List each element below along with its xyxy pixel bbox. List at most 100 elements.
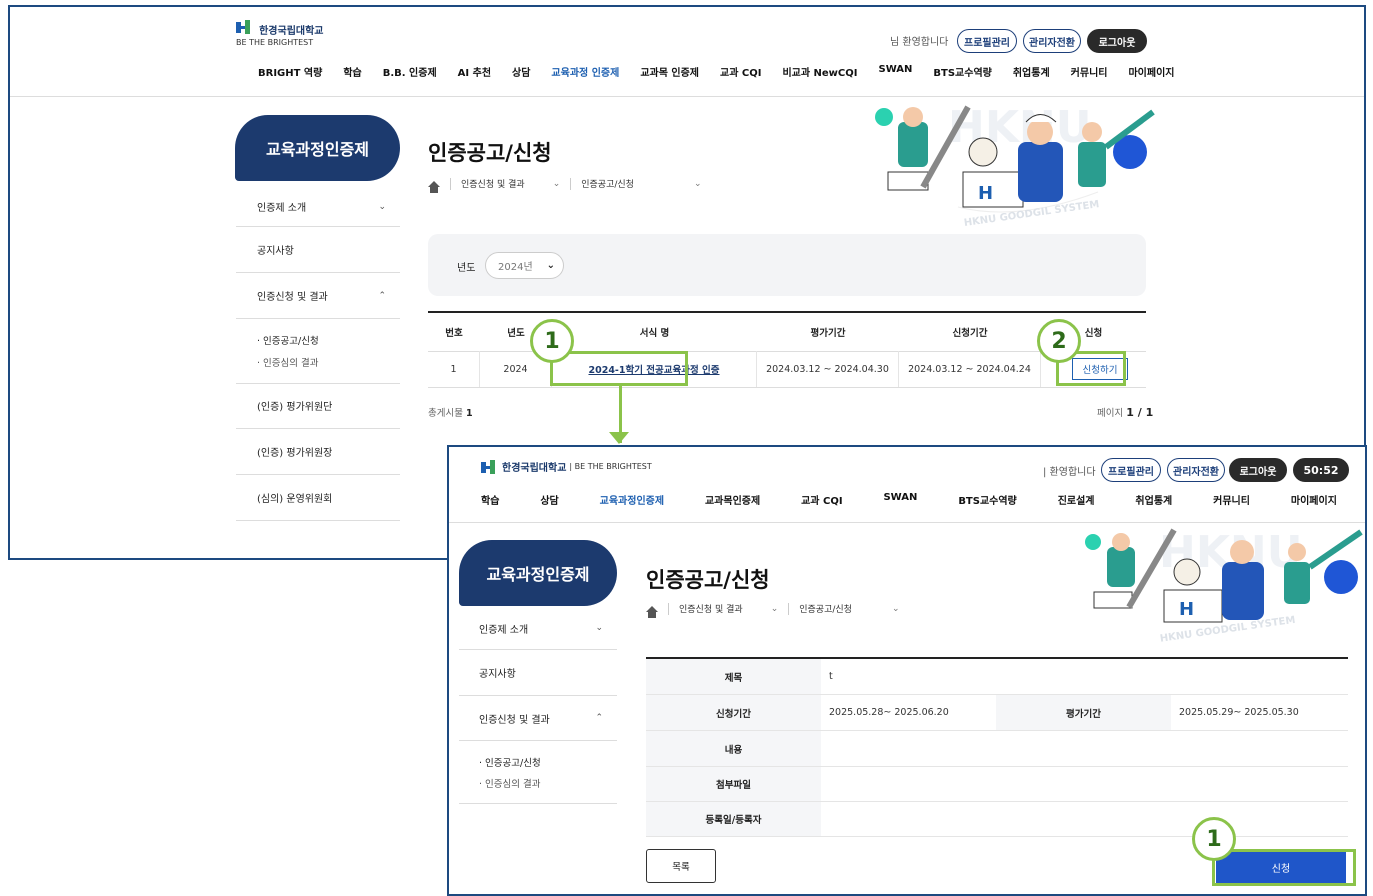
sidebar-item-apply-result[interactable]: 인증신청 및 결과 ⌃ xyxy=(459,696,617,741)
chevron-up-icon: ⌃ xyxy=(378,290,386,301)
callout-2: 2 xyxy=(1037,319,1081,363)
year-label: 년도 xyxy=(457,263,476,274)
chevron-down-icon[interactable]: ⌄ xyxy=(553,179,561,189)
nav-item[interactable]: 교과 CQI xyxy=(720,64,761,79)
nav-item[interactable]: 교과목 인증제 xyxy=(640,64,699,79)
nav-item[interactable]: BRIGHT 역량 xyxy=(258,64,322,79)
title-value: t xyxy=(829,671,833,682)
profile-button[interactable]: 프로필관리 xyxy=(1101,458,1161,482)
nav-item[interactable]: B.B. 인증제 xyxy=(383,64,437,79)
logo[interactable]: 한경국립대학교 BE THE BRIGHTEST xyxy=(236,19,324,47)
nav-item[interactable]: 교육과정 인증제 xyxy=(551,64,619,79)
sidebar-item-intro[interactable]: 인증제 소개 ⌄ xyxy=(236,187,400,227)
nav-item[interactable]: 비교과 NewCQI xyxy=(782,64,857,79)
detail-form: 제목 t 신청기간 2025.05.28~ 2025.06.20 평가기간 20… xyxy=(646,659,1348,837)
sidebar-sub-notice-apply[interactable]: · 인증공고/신청 xyxy=(257,333,319,347)
admin-switch-button[interactable]: 관리자전환 xyxy=(1167,458,1225,482)
chevron-down-icon: ⌄ xyxy=(595,623,603,633)
sidebar-sub-review-result[interactable]: · 인증심의 결과 xyxy=(479,776,541,790)
nav-item[interactable]: 교과 CQI xyxy=(801,492,842,507)
callout-1: 1 xyxy=(530,319,574,363)
highlight-box-form-link xyxy=(550,351,688,386)
hero-illustration: HKNU HKNU GOODGIL SYSTEM H xyxy=(875,102,1155,227)
profile-button[interactable]: 프로필관리 xyxy=(957,29,1017,53)
logo-slogan: BE THE BRIGHTEST xyxy=(236,38,314,47)
sidebar-item-notice[interactable]: 공지사항 xyxy=(236,227,400,273)
nav-item[interactable]: 학습 xyxy=(481,492,499,507)
nav-item[interactable]: SWAN xyxy=(879,64,913,79)
logo-icon xyxy=(481,459,499,474)
welcome-text: | 환영합니다 xyxy=(1043,467,1096,478)
sidebar-item-committee[interactable]: (인증) 평가위원단 xyxy=(236,383,400,429)
nav-item[interactable]: 커뮤니티 xyxy=(1071,64,1108,79)
chevron-down-icon[interactable]: ⌄ xyxy=(771,604,779,614)
page-indicator: 페이지 1 / 1 xyxy=(1097,406,1154,419)
col-header-no: 번호 xyxy=(445,328,463,339)
chevron-down-icon: ⌄ xyxy=(378,201,386,212)
col-header-form: 서식 명 xyxy=(639,328,670,339)
col-header-eval: 평가기간 xyxy=(810,328,846,339)
chevron-up-icon: ⌃ xyxy=(595,713,603,723)
chevron-down-icon[interactable]: ⌄ xyxy=(892,604,900,614)
breadcrumb-level2[interactable]: 인증공고/신청 xyxy=(799,602,852,615)
main-nav: BRIGHT 역량 학습 B.B. 인증제 AI 추천 상담 교육과정 인증제 교과목 인증… xyxy=(258,64,1195,79)
breadcrumb: 인증신청 및 결과 ⌄ 인증공고/신청 ⌄ xyxy=(646,602,900,618)
admin-switch-button[interactable]: 관리자전환 xyxy=(1023,29,1081,53)
sidebar-item-steering[interactable]: (심의) 운영위원회 xyxy=(236,475,400,521)
nav-item[interactable]: BTS교수역량 xyxy=(958,492,1016,507)
sidebar-sub-notice-apply[interactable]: · 인증공고/신청 xyxy=(479,755,541,769)
col-header-apply-period: 신청기간 xyxy=(952,328,988,339)
chevron-down-icon: ⌄ xyxy=(546,260,556,271)
logout-button[interactable]: 로그아웃 xyxy=(1229,458,1287,482)
nav-item[interactable]: 상담 xyxy=(540,492,558,507)
hero-illustration: HKNU HKNU GOODGIL SYSTEM H xyxy=(1085,527,1363,642)
breadcrumb-level1[interactable]: 인증신청 및 결과 xyxy=(461,177,525,190)
nav-item[interactable]: 커뮤니티 xyxy=(1213,492,1250,507)
home-icon[interactable] xyxy=(428,180,440,193)
apply-period-value: 2025.05.28~ 2025.06.20 xyxy=(829,707,949,718)
svg-text:H: H xyxy=(1179,599,1194,620)
nav-item[interactable]: 상담 xyxy=(512,64,530,79)
eval-period-value: 2025.05.29~ 2025.05.30 xyxy=(1179,707,1299,718)
chevron-down-icon[interactable]: ⌄ xyxy=(694,179,702,189)
nav-item[interactable]: SWAN xyxy=(883,492,917,507)
logo-icon xyxy=(236,20,254,34)
sidebar-title: 교육과정인증제 xyxy=(459,540,617,606)
logout-button[interactable]: 로그아웃 xyxy=(1087,29,1147,53)
screenshot-detail-page: 한경국립대학교 | BE THE BRIGHTEST | 환영합니다 프로필관리… xyxy=(447,445,1367,896)
sidebar-item-apply-result[interactable]: 인증신청 및 결과 ⌃ xyxy=(236,273,400,319)
callout-1: 1 xyxy=(1192,817,1236,861)
breadcrumb-level1[interactable]: 인증신청 및 결과 xyxy=(679,602,743,615)
total-count: 총게시물 1 xyxy=(428,408,473,419)
page-title: 인증공고/신청 xyxy=(428,141,552,165)
sidebar-item-intro[interactable]: 인증제 소개 ⌄ xyxy=(459,607,617,650)
page-title: 인증공고/신청 xyxy=(646,568,770,592)
nav-item[interactable]: 학습 xyxy=(343,64,361,79)
breadcrumb-level2[interactable]: 인증공고/신청 xyxy=(581,177,634,190)
nav-item[interactable]: AI 추천 xyxy=(458,64,491,79)
highlight-box-apply-submit xyxy=(1212,849,1356,886)
nav-item[interactable]: 마이페이지 xyxy=(1291,492,1337,507)
nav-item[interactable]: 교육과정인증제 xyxy=(600,492,664,507)
nav-item[interactable]: 취업통계 xyxy=(1135,492,1172,507)
svg-text:H: H xyxy=(978,183,993,204)
breadcrumb: 인증신청 및 결과 ⌄ 인증공고/신청 ⌄ xyxy=(428,177,702,193)
sidebar-item-chair[interactable]: (인증) 평가위원장 xyxy=(236,429,400,475)
home-icon[interactable] xyxy=(646,605,658,618)
nav-item[interactable]: 취업통계 xyxy=(1013,64,1050,79)
session-timer: 50:52 xyxy=(1293,458,1349,482)
year-select[interactable]: 2024년 ⌄ xyxy=(485,252,564,279)
sidebar-item-notice[interactable]: 공지사항 xyxy=(459,650,617,696)
list-button[interactable]: 목록 xyxy=(646,849,716,883)
main-nav: 학습 상담 교육과정인증제 교과목인증제 교과 CQI SWAN BTS교수역량 진로설계 취업… xyxy=(481,492,1337,507)
nav-item[interactable]: 마이페이지 xyxy=(1128,64,1174,79)
logo[interactable]: 한경국립대학교 | BE THE BRIGHTEST xyxy=(481,459,652,474)
nav-item[interactable]: BTS교수역량 xyxy=(933,64,991,79)
sidebar-sub-review-result[interactable]: · 인증심의 결과 xyxy=(257,355,319,369)
arrow-down-icon xyxy=(609,432,629,444)
logo-text: 한경국립대학교 xyxy=(259,26,324,37)
nav-item[interactable]: 교과목인증제 xyxy=(705,492,760,507)
sidebar-title: 교육과정인증제 xyxy=(235,115,400,181)
welcome-text: 님 환영합니다 xyxy=(890,37,949,48)
nav-item[interactable]: 진로설계 xyxy=(1058,492,1095,507)
